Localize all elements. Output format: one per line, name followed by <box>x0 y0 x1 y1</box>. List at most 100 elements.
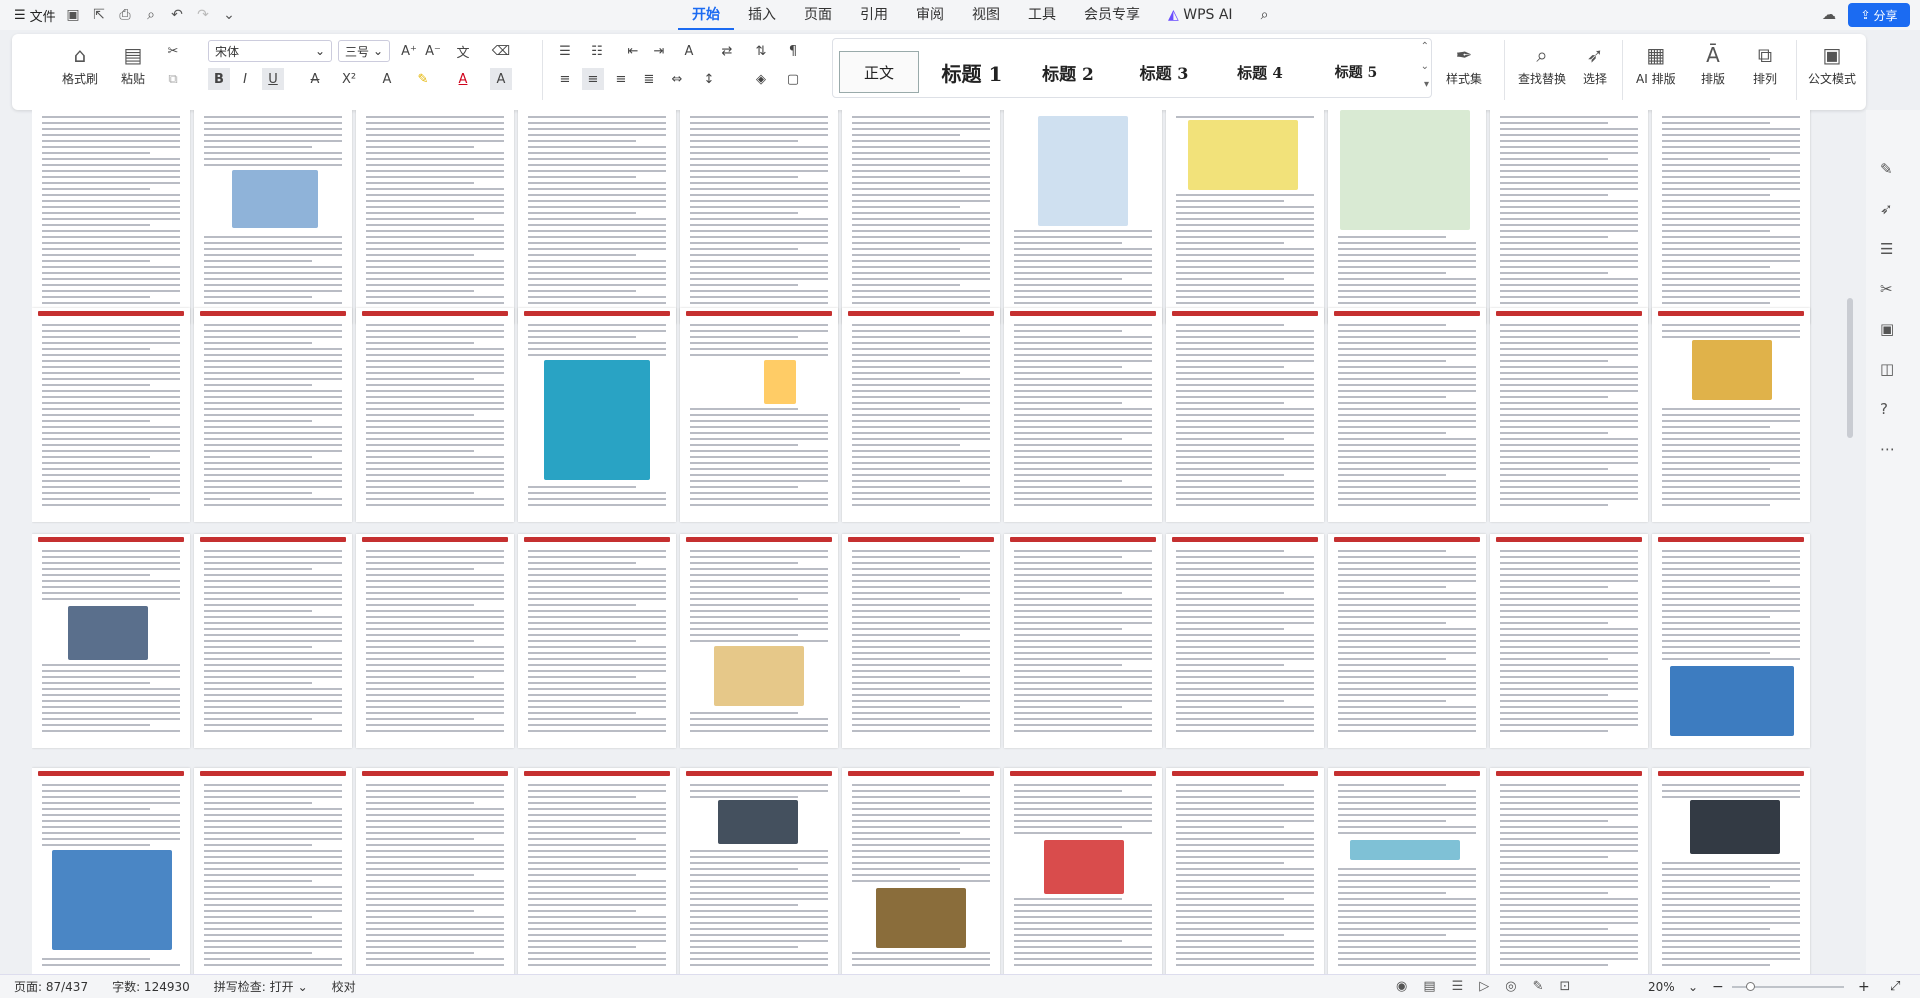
style-normal[interactable]: 正文 <box>839 51 919 93</box>
page-thumbnail[interactable] <box>680 534 838 748</box>
page-thumbnail[interactable] <box>32 534 190 748</box>
outline-view-icon[interactable]: ☰ <box>1452 979 1464 994</box>
justify-icon[interactable]: ≣ <box>638 68 660 90</box>
strikethrough-icon[interactable]: A <box>304 68 326 90</box>
layout-button[interactable]: Ā 排版 <box>1698 40 1728 87</box>
page-thumbnail[interactable] <box>194 308 352 522</box>
image-icon[interactable]: ▣ <box>1880 320 1894 338</box>
tab-reference[interactable]: 引用 <box>846 0 902 30</box>
select-button[interactable]: ➶ 选择 <box>1580 40 1610 87</box>
search-icon[interactable]: ⌕ <box>1247 0 1283 30</box>
page-thumbnail[interactable] <box>1004 534 1162 748</box>
page-thumbnail[interactable] <box>1166 308 1324 522</box>
highlight-icon[interactable]: ✎ <box>412 68 434 90</box>
save-icon[interactable]: ▣ <box>62 4 84 26</box>
page-thumbnail[interactable] <box>1652 534 1810 748</box>
page-thumbnail[interactable] <box>32 768 190 974</box>
chevron-down-icon[interactable]: ⌄ <box>298 980 308 994</box>
bullet-list-icon[interactable]: ☰ <box>554 40 576 62</box>
fullscreen-icon[interactable]: ⤢ <box>1890 979 1900 994</box>
file-menu[interactable]: ☰ 文件 <box>0 6 62 25</box>
print-preview-icon[interactable]: ⌕ <box>140 4 162 26</box>
page-thumbnail[interactable] <box>1328 534 1486 748</box>
sort-icon[interactable]: ⇅ <box>750 40 772 62</box>
page-thumbnail[interactable] <box>842 308 1000 522</box>
page-thumbnail[interactable] <box>356 534 514 748</box>
bold-icon[interactable]: B <box>208 68 230 90</box>
page-thumbnail[interactable] <box>680 768 838 974</box>
cut-icon[interactable]: ✂ <box>162 40 184 62</box>
align-right-icon[interactable]: ≡ <box>610 68 632 90</box>
border-icon[interactable]: ▢ <box>782 68 804 90</box>
ai-layout-button[interactable]: ▦ AI 排版 <box>1636 40 1676 87</box>
align-center-icon[interactable]: ≡ <box>582 68 604 90</box>
numbered-list-icon[interactable]: ☷ <box>586 40 608 62</box>
vertical-scrollbar[interactable] <box>1846 112 1854 972</box>
play-icon[interactable]: ▷ <box>1479 979 1489 994</box>
page-thumbnail[interactable] <box>1490 534 1648 748</box>
edit-icon[interactable]: ✎ <box>1880 160 1893 178</box>
copy-icon[interactable]: ⧉ <box>162 68 184 90</box>
gallery-scroll-up-icon[interactable]: ⌃ <box>1421 41 1429 52</box>
shrink-font-icon[interactable]: A⁻ <box>422 40 444 62</box>
share-button[interactable]: ⇪ 分享 <box>1848 3 1910 27</box>
zoom-level[interactable]: 20% <box>1648 980 1675 994</box>
page-thumbnail[interactable] <box>1004 768 1162 974</box>
print-icon[interactable]: ⎙ <box>114 4 136 26</box>
page-thumbnail[interactable] <box>1166 110 1324 324</box>
text-direction-icon[interactable]: ⇄ <box>716 40 738 62</box>
tab-home[interactable]: 开始 <box>678 0 734 30</box>
style-set-button[interactable]: ✒ 样式集 <box>1446 40 1482 87</box>
shading-icon[interactable]: ◈ <box>750 68 772 90</box>
page-thumbnail[interactable] <box>518 768 676 974</box>
tab-wps-ai[interactable]: ◭ WPS AI <box>1154 0 1247 30</box>
phonetic-icon[interactable]: 文 <box>452 40 474 62</box>
font-color-icon[interactable]: A <box>452 68 474 90</box>
style-heading-4[interactable]: 标题 4 <box>1215 51 1305 93</box>
distribute-icon[interactable]: ⇔ <box>666 68 688 90</box>
web-view-icon[interactable]: ◎ <box>1505 979 1516 994</box>
font-name-select[interactable]: 宋体 ⌄ <box>208 40 332 62</box>
scrollbar-thumb[interactable] <box>1847 298 1853 438</box>
backup-icon[interactable]: ◫ <box>1880 360 1894 378</box>
word-count[interactable]: 字数: 124930 <box>112 978 190 995</box>
page-thumbnail[interactable] <box>1490 110 1648 324</box>
page-thumbnail[interactable] <box>1166 534 1324 748</box>
page-thumbnail[interactable] <box>356 768 514 974</box>
page-thumbnail[interactable] <box>32 110 190 324</box>
page-thumbnail[interactable] <box>1166 768 1324 974</box>
clear-format-icon[interactable]: ⌫ <box>490 40 512 62</box>
export-icon[interactable]: ⇱ <box>88 4 110 26</box>
page-thumbnail[interactable] <box>518 110 676 324</box>
spell-check[interactable]: 拼写检查: 打开 <box>214 978 294 995</box>
gallery-scroll-down-icon[interactable]: ⌄ <box>1421 61 1429 72</box>
adjust-icon[interactable]: ☰ <box>1880 240 1893 258</box>
undo-icon[interactable]: ↶ <box>166 4 188 26</box>
zoom-in-icon[interactable]: + <box>1858 979 1870 995</box>
page-thumbnail[interactable] <box>194 534 352 748</box>
tools-icon[interactable]: ✂ <box>1880 280 1893 298</box>
page-thumbnail[interactable] <box>32 308 190 522</box>
eye-icon[interactable]: ◉ <box>1396 979 1407 994</box>
page-thumbnail[interactable] <box>1490 308 1648 522</box>
style-heading-5[interactable]: 标题 5 <box>1311 51 1401 93</box>
page-thumbnail[interactable] <box>1328 308 1486 522</box>
page-thumbnail[interactable] <box>842 110 1000 324</box>
page-thumbnail[interactable] <box>1652 308 1810 522</box>
tab-page[interactable]: 页面 <box>790 0 846 30</box>
page-thumbnail[interactable] <box>680 308 838 522</box>
page-thumbnail[interactable] <box>518 308 676 522</box>
tab-review[interactable]: 审阅 <box>902 0 958 30</box>
fit-page-icon[interactable]: ⊡ <box>1560 979 1571 994</box>
zoom-out-icon[interactable]: − <box>1712 979 1724 995</box>
page-thumbnail[interactable] <box>356 110 514 324</box>
proofread[interactable]: 校对 <box>332 978 356 995</box>
line-spacing-icon[interactable]: ↕ <box>698 68 720 90</box>
find-replace-button[interactable]: ⌕ 查找替换 <box>1518 40 1566 87</box>
cloud-icon[interactable]: ☁ <box>1818 4 1840 26</box>
show-marks-icon[interactable]: ¶ <box>782 40 804 62</box>
page-indicator[interactable]: 页面: 87/437 <box>14 978 88 995</box>
page-thumbnail[interactable] <box>1652 110 1810 324</box>
page-thumbnail[interactable] <box>842 768 1000 974</box>
page-thumbnail[interactable] <box>1328 110 1486 324</box>
